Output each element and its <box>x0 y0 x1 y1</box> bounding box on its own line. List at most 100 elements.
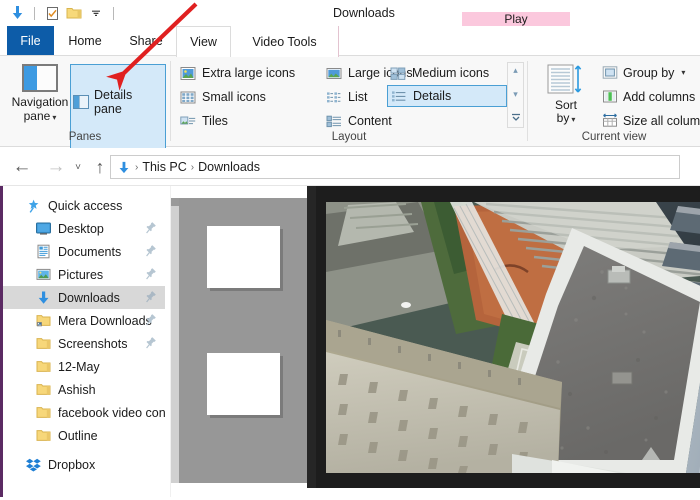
sidebar-label-dropbox: Dropbox <box>48 457 96 472</box>
pictures-icon <box>35 267 53 283</box>
preview-placeholder-area <box>179 198 307 483</box>
breadcrumb-item-downloads[interactable]: Downloads <box>198 160 260 174</box>
tiles-icon <box>180 114 196 129</box>
add-columns-label: Add columns <box>623 89 696 104</box>
group-by-button[interactable]: Group by ▾ <box>602 62 685 83</box>
desktop-icon <box>35 221 53 237</box>
layout-small-icons-label: Small icons <box>202 90 266 104</box>
recent-locations-button[interactable]: ˅ <box>70 156 86 178</box>
breadcrumb-item-this-pc[interactable]: This PC <box>142 160 186 174</box>
customize-qat-icon[interactable] <box>85 2 107 24</box>
layout-content[interactable]: Content <box>323 110 413 132</box>
details-pane-label: Details pane <box>94 88 133 116</box>
sidebar-item-dropbox[interactable]: Dropbox <box>3 453 165 476</box>
preview-placeholder-2 <box>207 353 280 415</box>
extra-large-icons-icon <box>180 66 196 81</box>
pin-icon-desktop[interactable] <box>145 221 157 235</box>
folder-icon-facebook-video-con <box>35 405 53 421</box>
layout-scroll-up-button[interactable]: ▴ <box>507 66 524 75</box>
chevron-down-icon-sort[interactable]: ▾ <box>571 115 575 124</box>
breadcrumb[interactable]: › This PC › Downloads <box>110 155 680 179</box>
sidebar-label-desktop: Desktop <box>58 221 104 236</box>
forward-button[interactable]: → <box>44 156 68 178</box>
tab-video-tools[interactable]: Video Tools <box>231 26 339 57</box>
layout-gallery-scrollbar[interactable]: ▴ ▾ <box>507 62 524 128</box>
sidebar-label-ashish: Ashish <box>58 382 96 397</box>
documents-icon <box>35 244 53 260</box>
properties-icon[interactable] <box>41 2 63 24</box>
sidebar-item-ashish[interactable]: Ashish <box>3 378 165 401</box>
layout-details[interactable]: Details <box>387 85 507 107</box>
sort-by-button[interactable]: Sort by ▾ <box>538 61 594 131</box>
sidebar-item-facebook-video-con[interactable]: facebook video con <box>3 401 165 424</box>
details-icon <box>391 89 407 104</box>
tab-file[interactable]: File <box>7 26 54 56</box>
sidebar-label-pictures: Pictures <box>58 267 104 282</box>
tab-home[interactable]: Home <box>54 26 116 56</box>
sidebar-label-screenshots: Screenshots <box>58 336 128 351</box>
chevron-down-icon-group[interactable]: ▾ <box>681 68 685 77</box>
list-icon <box>326 90 342 105</box>
pin-icon-pictures[interactable] <box>145 267 157 281</box>
panes-group-title: Panes <box>68 131 102 143</box>
chevron-down-icon[interactable]: ▾ <box>52 113 56 122</box>
preview-pane[interactable] <box>171 186 700 500</box>
add-columns-button[interactable]: Add columns ▾ <box>602 86 700 107</box>
layout-list-label: List <box>348 90 368 104</box>
sidebar-item-12-may[interactable]: 12-May <box>3 355 165 378</box>
up-button[interactable]: ↑ <box>88 156 112 178</box>
layout-extra-large-icons[interactable]: Extra large icons <box>177 62 317 84</box>
layout-scroll-more-button[interactable] <box>507 113 524 124</box>
content-icon <box>326 114 342 129</box>
sidebar-item-pictures[interactable]: Pictures <box>3 263 165 286</box>
pin-icon-downloads[interactable] <box>145 290 157 304</box>
tab-view[interactable]: View <box>176 26 231 57</box>
downloads-arrow-icon-breadcrumb <box>116 160 131 175</box>
sidebar-item-outline[interactable]: Outline <box>3 424 165 447</box>
new-folder-icon[interactable] <box>63 2 85 24</box>
sidebar-label-mera-downloads: Mera Downloads <box>58 313 152 328</box>
sidebar-item-screenshots[interactable]: Screenshots <box>3 332 165 355</box>
navigation-pane-button[interactable]: Navigation pane ▾ <box>7 61 73 129</box>
pin-icon-mera-downloads[interactable] <box>145 313 157 327</box>
navigation-pane-label-line1: Navigation <box>11 95 69 109</box>
layout-list[interactable]: List <box>323 86 378 108</box>
back-button[interactable]: ← <box>10 156 34 178</box>
folder-icon-screenshots <box>35 336 53 352</box>
sidebar-label-12-may: 12-May <box>58 359 100 374</box>
sidebar-item-quick-access[interactable]: Quick access <box>3 194 165 217</box>
layout-group-title: Layout <box>331 131 367 143</box>
file-explorer-window: Downloads Play File Home Share View Vide… <box>0 0 700 500</box>
sidebar-label-documents: Documents <box>58 244 122 259</box>
ribbon-group-layout: Extra large icons Large icons Medium ico… <box>171 56 527 146</box>
pin-icon-screenshots[interactable] <box>145 336 157 350</box>
preview-scrollbar-thumb[interactable] <box>171 198 179 206</box>
qat-divider-1 <box>34 6 35 20</box>
layout-tiles[interactable]: Tiles <box>177 110 247 132</box>
navigation-pane[interactable]: Quick access Desktop Documents Pictures … <box>0 186 165 500</box>
sidebar-label-outline: Outline <box>58 428 98 443</box>
sidebar-item-documents[interactable]: Documents <box>3 240 165 263</box>
size-all-columns-button[interactable]: Size all columns to f <box>602 110 700 131</box>
sidebar-label-quick-access: Quick access <box>48 198 123 213</box>
pin-icon-documents[interactable] <box>145 244 157 258</box>
details-pane-icon <box>73 95 89 109</box>
ribbon-group-current-view: Sort by▾ Group by ▾ Add columns ▾ <box>528 56 700 146</box>
large-icons-icon <box>326 66 342 81</box>
downloads-arrow-icon[interactable] <box>6 2 28 24</box>
folder-icon-ashish <box>35 382 53 398</box>
layout-small-icons[interactable]: Small icons <box>177 86 277 108</box>
tab-share[interactable]: Share <box>116 26 176 56</box>
details-pane-button[interactable]: Details pane <box>70 88 166 116</box>
preview-scrollbar[interactable] <box>171 198 179 483</box>
sidebar-item-downloads[interactable]: Downloads <box>3 286 165 309</box>
sidebar-item-desktop[interactable]: Desktop <box>3 217 165 240</box>
layout-medium-icons[interactable]: Medium icons <box>387 62 507 84</box>
breadcrumb-sep-0: › <box>135 161 139 173</box>
sort-by-label-line1: Sort <box>554 98 577 112</box>
ribbon-tab-strip: Play File Home Share View Video Tools <box>0 12 700 57</box>
sidebar-item-mera-downloads[interactable]: Mera Downloads <box>3 309 165 332</box>
sort-by-label-line2: by <box>556 111 570 125</box>
medium-icons-icon <box>390 66 406 81</box>
layout-scroll-down-button[interactable]: ▾ <box>507 89 524 99</box>
